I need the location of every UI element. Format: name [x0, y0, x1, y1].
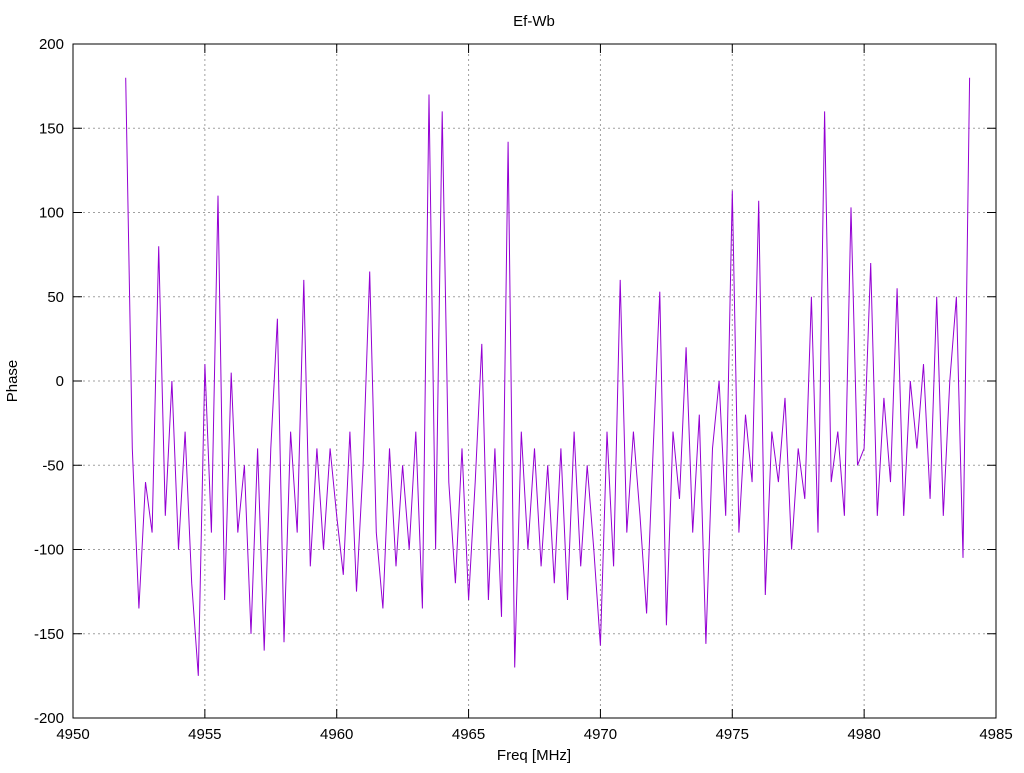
x-tick-label: 4985: [979, 726, 1012, 743]
x-tick-label: 4980: [847, 726, 880, 743]
x-tick-label: 4950: [56, 726, 89, 743]
x-tick-label: 4970: [584, 726, 617, 743]
y-tick-label: -50: [42, 457, 64, 474]
y-tick-label: 150: [39, 120, 64, 137]
y-axis-label: Phase: [4, 360, 21, 403]
phase-chart: 4950 4955 4960 4965 4970 4975 4980 4985 -200 -150…: [0, 0, 1024, 768]
x-tick-label: 4965: [452, 726, 485, 743]
series-layer: [126, 78, 970, 676]
chart-title: Ef-Wb: [513, 13, 555, 30]
y-tick-label: -100: [34, 542, 64, 559]
grid: [73, 44, 996, 718]
y-tick-label: -200: [34, 710, 64, 727]
y-tick-label: 100: [39, 205, 64, 222]
x-axis-label: Freq [MHz]: [497, 747, 571, 764]
y-tick-label: -150: [34, 626, 64, 643]
y-tick-label: 200: [39, 36, 64, 53]
y-tick-label: 0: [56, 373, 64, 390]
x-tick-label: 4955: [188, 726, 221, 743]
x-tick-label: 4960: [320, 726, 353, 743]
y-tick-label: 50: [47, 289, 64, 306]
x-tick-label: 4975: [716, 726, 749, 743]
series-line: [126, 78, 970, 676]
